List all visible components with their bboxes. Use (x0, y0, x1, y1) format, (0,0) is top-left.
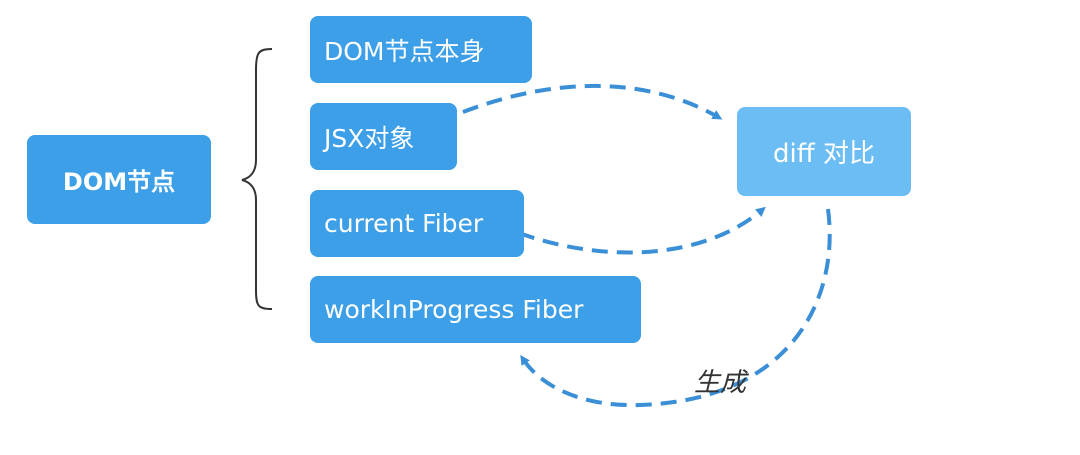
node-dom-itself: DOM节点本身 (310, 16, 532, 83)
root-node-dom: DOM节点 (27, 135, 211, 224)
arrow-jsx-to-diff (462, 83, 723, 120)
node-label: DOM节点本身 (324, 36, 485, 66)
node-label: current Fiber (324, 209, 484, 238)
diagram-connectors (241, 48, 832, 408)
edge-label-generate: 生成 (694, 368, 747, 398)
node-current-fiber: current Fiber (310, 190, 524, 257)
grouping-brace (241, 48, 273, 310)
root-node-label: DOM节点 (62, 168, 176, 196)
arrow-current-fiber-to-diff (518, 206, 766, 255)
node-diff-compare: diff 对比 (737, 107, 911, 196)
node-label: diff 对比 (773, 139, 875, 169)
node-label: workInProgress Fiber (324, 295, 584, 324)
node-label: JSX对象 (324, 123, 415, 153)
node-jsx-object: JSX对象 (310, 103, 457, 170)
node-workinprogress-fiber: workInProgress Fiber (310, 276, 641, 343)
